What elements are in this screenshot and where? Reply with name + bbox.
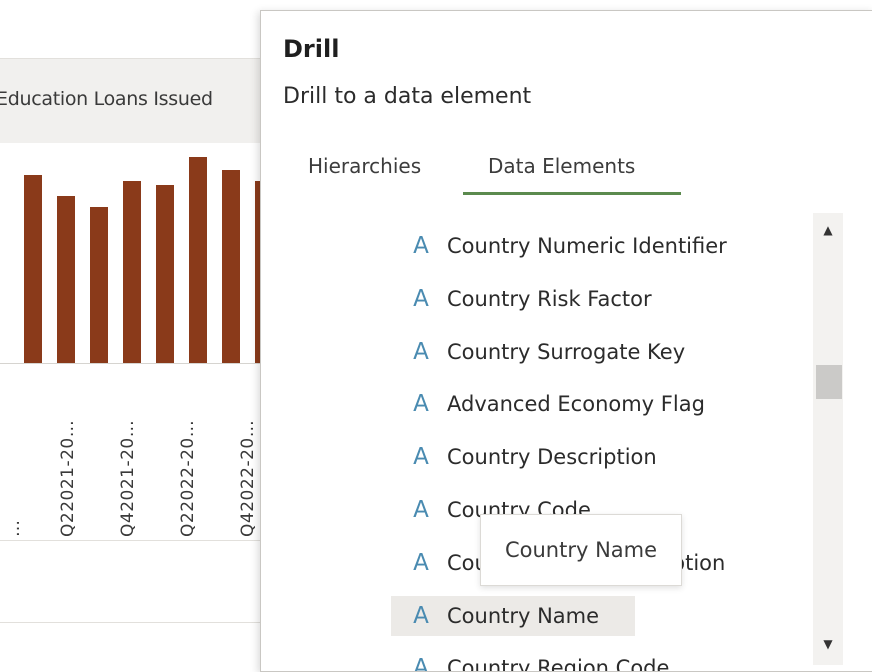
scroll-down-icon[interactable]: ▼ [813,631,843,657]
data-element-item[interactable]: A Advanced Economy Flag [391,384,791,424]
attribute-icon: A [413,339,429,365]
chart-bar[interactable] [123,181,141,364]
popup-title: Drill [283,35,340,63]
tab-data-elements[interactable]: Data Elements [488,154,635,178]
attribute-icon: A [413,655,429,671]
attribute-icon: A [413,233,429,259]
attribute-icon: A [413,603,429,629]
attribute-icon: A [413,497,429,523]
data-element-item[interactable]: A Country Surrogate Key [391,332,791,372]
x-tick-label: Q42022-20… [238,419,258,537]
x-tick-label: Q22022-20… [178,419,198,537]
chart-bar[interactable] [189,157,207,364]
chart-bar[interactable] [24,175,42,364]
attribute-icon: A [413,286,429,312]
attribute-icon: A [413,550,429,576]
chart-panel: Education Loans Issued … Q22021-20… Q42021… [0,0,290,663]
data-element-item[interactable]: A Country Description [391,437,791,477]
data-element-item[interactable]: A Country Name [391,596,635,636]
active-tab-indicator [463,192,681,195]
data-element-label: Country Region Code [447,656,670,671]
scroll-thumb[interactable] [816,365,842,399]
data-element-label: Advanced Economy Flag [447,392,705,416]
chart-bar[interactable] [90,207,108,364]
chart-header: Education Loans Issued [0,58,262,143]
chart-bar[interactable] [57,196,75,364]
tab-hierarchies[interactable]: Hierarchies [308,154,421,178]
x-tick-label: Q22021-20… [58,419,78,537]
chart-bar[interactable] [222,170,240,364]
drill-popup: Drill Drill to a data element Hierarchie… [260,10,872,672]
scroll-up-icon[interactable]: ▲ [813,217,843,243]
x-tick-label: Q42021-20… [118,419,138,537]
data-element-item[interactable]: A Country Numeric Identifier [391,226,791,266]
list-scrollbar[interactable]: ▲ ▼ [813,213,843,665]
data-element-label: Country Description [447,445,657,469]
x-axis-line [0,363,262,364]
data-element-label: Country Risk Factor [447,287,652,311]
popup-subtitle: Drill to a data element [283,84,532,109]
chart-title: Education Loans Issued [0,88,213,110]
chart-bar[interactable] [156,185,174,364]
chart-footer-divider [0,622,262,623]
data-element-label: Country Numeric Identifier [447,234,727,258]
x-tick-label: … [4,519,24,538]
chart-divider [0,540,262,541]
attribute-icon: A [413,444,429,470]
data-element-item[interactable]: A Country Region Code [391,648,791,671]
data-element-label: Country Name [447,604,600,628]
data-element-list: A Country Numeric Identifier A Country Risk… [391,217,811,671]
attribute-icon: A [413,391,429,417]
drill-tabs: Hierarchies Data Elements [261,151,872,197]
data-element-label: Country Surrogate Key [447,340,686,364]
bar-chart [0,142,290,364]
item-tooltip: Country Name [480,514,682,586]
data-element-item[interactable]: A Country Risk Factor [391,279,791,319]
